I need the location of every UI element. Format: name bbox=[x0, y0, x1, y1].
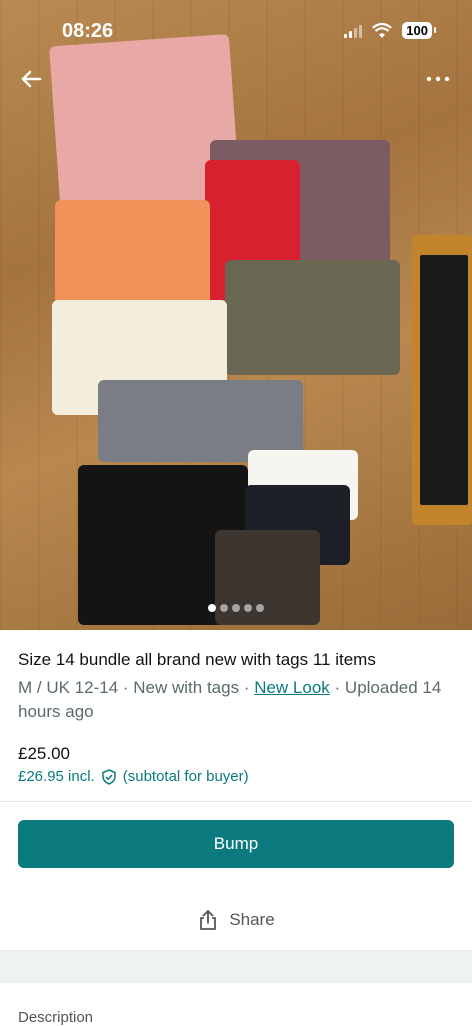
shield-check-icon bbox=[101, 768, 116, 785]
divider bbox=[0, 801, 472, 802]
photo-furniture-shape bbox=[420, 255, 468, 505]
price-incl-protection[interactable]: £26.95 incl. (subtotal for buyer) bbox=[18, 768, 454, 785]
back-arrow-icon[interactable] bbox=[18, 66, 48, 96]
photo-clothing-shape bbox=[225, 260, 400, 375]
listing-size: M / UK 12-14 bbox=[18, 678, 119, 697]
battery-icon: 100 bbox=[402, 22, 436, 39]
pagination-dot[interactable] bbox=[220, 604, 228, 612]
description-heading: Description bbox=[18, 1009, 94, 1026]
share-button[interactable]: Share bbox=[0, 890, 472, 950]
wifi-icon bbox=[372, 22, 393, 38]
share-label: Share bbox=[229, 910, 275, 929]
pagination-dot[interactable] bbox=[256, 604, 264, 612]
pagination-dot[interactable] bbox=[208, 604, 216, 612]
status-time: 08:26 bbox=[62, 20, 114, 42]
gallery-pagination bbox=[0, 604, 472, 612]
pagination-dot[interactable] bbox=[232, 604, 240, 612]
meta-separator: · bbox=[118, 678, 134, 697]
status-bar: 08:26 100 bbox=[0, 0, 472, 60]
status-icons: 100 bbox=[344, 22, 436, 39]
price-incl: £26.95 incl. bbox=[18, 768, 95, 785]
more-options-icon[interactable] bbox=[424, 66, 454, 96]
listing-price: £25.00 bbox=[18, 744, 70, 763]
signal-icon bbox=[344, 24, 363, 38]
listing-title: Size 14 bundle all brand new with tags 1… bbox=[18, 650, 376, 669]
listing-photo[interactable]: 08:26 100 bbox=[0, 0, 472, 630]
listing-condition: New with tags bbox=[133, 678, 240, 697]
listing-meta: M / UK 12-14 · New with tags · New Look … bbox=[18, 676, 454, 724]
listing-info: Size 14 bundle all brand new with tags 1… bbox=[0, 630, 472, 785]
section-spacer bbox=[0, 950, 472, 983]
meta-separator: · bbox=[239, 678, 255, 697]
pagination-dot[interactable] bbox=[244, 604, 252, 612]
share-icon bbox=[200, 910, 217, 930]
buyer-note: (subtotal for buyer) bbox=[122, 768, 249, 785]
brand-link[interactable]: New Look bbox=[254, 678, 330, 697]
bump-button[interactable]: Bump bbox=[18, 820, 454, 868]
